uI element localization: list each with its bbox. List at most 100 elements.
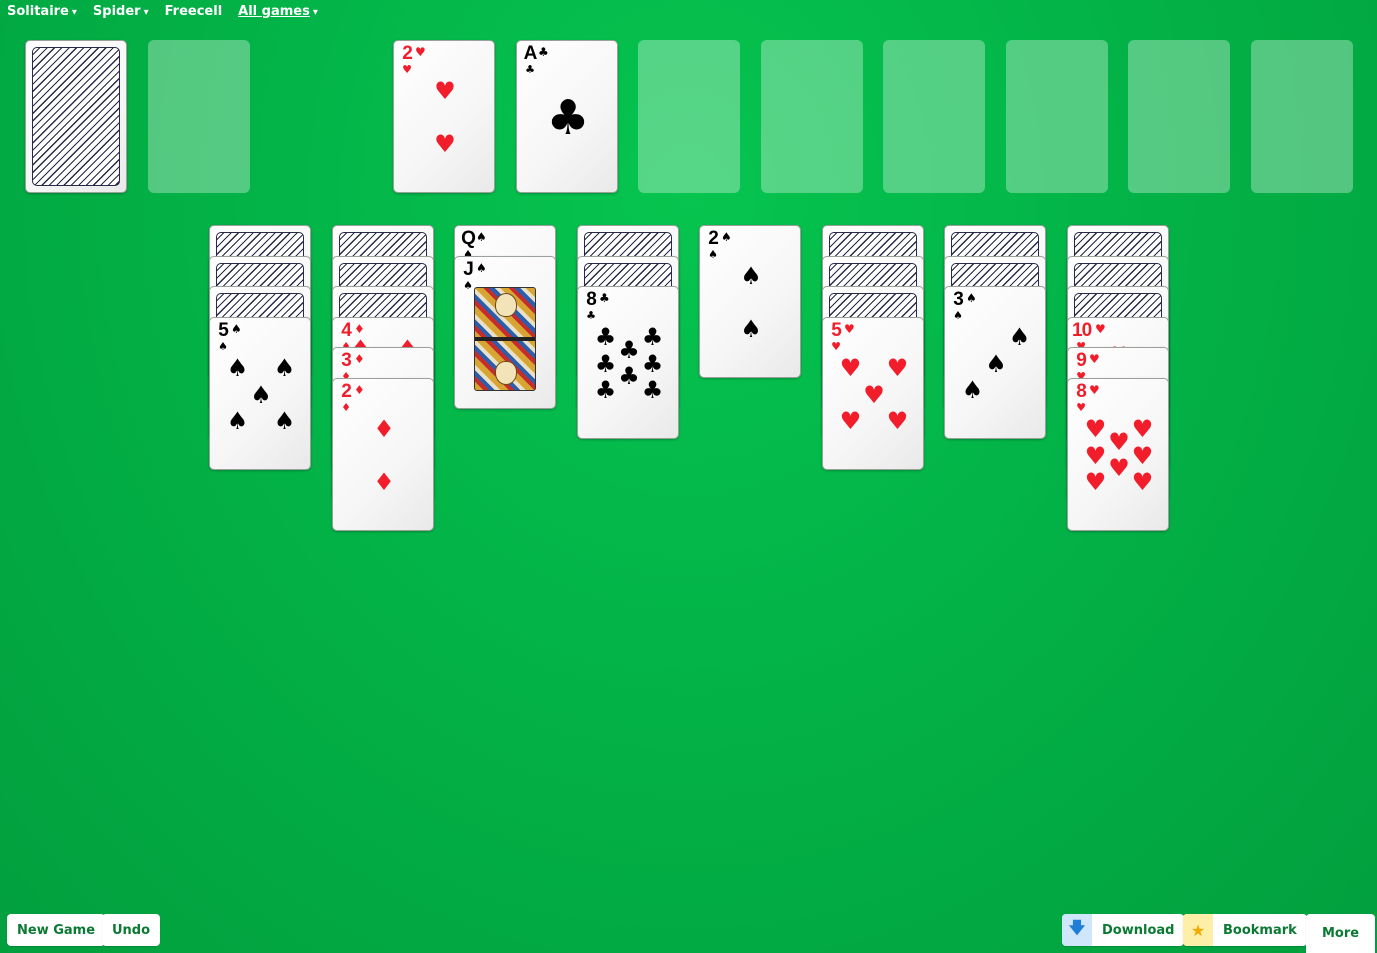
nav-all-games-menu[interactable]: All games ▾ (238, 4, 318, 19)
foundation-slot-8[interactable] (1251, 40, 1353, 193)
chevron-down-icon: ▾ (312, 7, 318, 18)
card-rank: J (463, 259, 474, 280)
card-corner-index: 5 ♥ (827, 321, 845, 352)
card-corner-index: 8 ♣ (582, 290, 600, 321)
heart-icon: ♥ (434, 129, 456, 158)
card-rank: 9 (1076, 350, 1087, 371)
tableau-2-card[interactable]: 2 ♦ ♦ ♦ ♦ (332, 378, 434, 531)
heart-icon: ♥ (1084, 467, 1107, 496)
spade-icon: ♠ (273, 406, 296, 435)
waste-pile[interactable] (148, 40, 250, 193)
card-rank: 5 (831, 320, 842, 341)
tableau-8-card[interactable]: 8 ♥ ♥ ♥ ♥ ♥ ♥ ♥ ♥ ♥ ♥ (1067, 378, 1169, 531)
nav-spider-label: Spider (92, 4, 141, 19)
heart-icon: ♥ (1108, 427, 1130, 456)
spade-icon: ♠ (218, 340, 228, 353)
spade-icon: ♠ (231, 322, 242, 336)
spade-icon: ♠ (953, 309, 963, 322)
bookmark-button[interactable]: ★ Bookmark (1183, 914, 1307, 946)
tableau-5-card[interactable]: 2 ♠ ♠ ♠ ♠ (699, 225, 801, 378)
tableau-1-card[interactable]: 5 ♠ ♠ ♠ ♠ ♠ ♠ ♠ (209, 317, 311, 470)
foundation-slot-4[interactable] (761, 40, 863, 193)
nav-freecell-label: Freecell (164, 4, 223, 19)
heart-icon: ♥ (1131, 415, 1154, 444)
card-corner-index: J ♠ (459, 260, 477, 291)
tableau-7-card[interactable]: 3 ♠ ♠ ♠ ♠ ♠ (944, 286, 1046, 439)
heart-icon: ♥ (415, 45, 426, 59)
more-button[interactable]: More (1306, 914, 1376, 953)
heart-icon: ♥ (1095, 322, 1106, 336)
chevron-down-icon: ▾ (143, 7, 149, 18)
tableau-4-card[interactable]: 8 ♣ ♣ ♣ ♣ ♣ ♣ ♣ ♣ ♣ ♣ (577, 286, 679, 439)
heart-icon: ♥ (1108, 453, 1130, 482)
club-icon: ♣ (586, 309, 596, 322)
card-rank: 3 (953, 289, 964, 310)
diamond-icon: ♦ (354, 322, 365, 336)
diamond-icon: ♦ (373, 467, 395, 496)
bookmark-label: Bookmark (1223, 922, 1297, 938)
foundation-slot-6[interactable] (1006, 40, 1108, 193)
foundation-slot-7[interactable] (1128, 40, 1230, 193)
diamond-icon: ♦ (354, 352, 365, 366)
club-icon: ♣ (618, 361, 640, 390)
spade-icon: ♠ (708, 248, 718, 261)
foundation-slot-3[interactable] (638, 40, 740, 193)
foundation-slot-5[interactable] (883, 40, 985, 193)
spade-icon: ♠ (476, 230, 487, 244)
card-rank: 8 (586, 289, 597, 310)
top-nav: Solitaire ▾ Spider ▾ Freecell All games ▾ (7, 4, 318, 19)
club-icon: ♣ (594, 375, 617, 404)
download-label: Download (1102, 922, 1175, 938)
heart-icon: ♥ (1089, 383, 1100, 397)
club-icon: ♣ (546, 89, 590, 146)
download-arrow-icon: 🡇 (1062, 914, 1092, 946)
card-corner-index: 2 ♠ (704, 229, 722, 260)
heart-icon: ♥ (1131, 441, 1154, 470)
nav-freecell-link[interactable]: Freecell (165, 4, 223, 19)
card-rank: 5 (218, 320, 229, 341)
new-game-label: New Game (17, 922, 96, 938)
card-rank: 2 (708, 228, 719, 249)
heart-icon: ♥ (1089, 352, 1100, 366)
card-rank: 3 (341, 350, 352, 371)
undo-button[interactable]: Undo (102, 914, 161, 946)
club-icon: ♣ (538, 45, 549, 59)
spade-icon: ♠ (740, 314, 762, 343)
foundation-2[interactable]: A ♣ ♣ ♣ (516, 40, 618, 193)
star-icon: ★ (1183, 914, 1213, 946)
club-icon: ♣ (641, 323, 664, 352)
more-label: More (1322, 926, 1360, 941)
nav-solitaire-menu[interactable]: Solitaire ▾ (7, 4, 77, 19)
club-icon: ♣ (641, 349, 664, 378)
spade-icon: ♠ (273, 354, 296, 383)
face-card-portrait (474, 287, 536, 391)
card-rank: A (523, 43, 538, 64)
chevron-down-icon: ▾ (71, 7, 77, 18)
heart-icon: ♥ (839, 354, 862, 383)
spade-icon: ♠ (476, 261, 487, 275)
spade-icon: ♠ (1008, 323, 1031, 352)
card-corner-index: 8 ♥ (1072, 382, 1090, 413)
club-icon: ♣ (641, 375, 664, 404)
heart-icon: ♥ (844, 322, 855, 336)
spade-icon: ♠ (226, 354, 249, 383)
spade-icon: ♠ (961, 375, 984, 404)
spade-icon: ♠ (966, 291, 977, 305)
spade-icon: ♠ (740, 262, 762, 291)
tableau-3-card[interactable]: J ♠ ♠ (454, 256, 556, 409)
card-corner-index: 2 ♦ (337, 382, 355, 413)
heart-icon: ♥ (839, 406, 862, 435)
tableau-6-card[interactable]: 5 ♥ ♥ ♥ ♥ ♥ ♥ ♥ (822, 317, 924, 470)
nav-spider-menu[interactable]: Spider ▾ (93, 4, 149, 19)
card-rank: 8 (1076, 381, 1087, 402)
heart-icon: ♥ (402, 63, 412, 76)
club-icon: ♣ (594, 323, 617, 352)
stock-pile[interactable] (25, 40, 127, 193)
card-corner-index: A ♣ (521, 44, 539, 75)
new-game-button[interactable]: New Game (7, 914, 106, 946)
spade-icon: ♠ (721, 230, 732, 244)
club-icon: ♣ (525, 63, 535, 76)
download-button[interactable]: 🡇 Download (1062, 914, 1185, 946)
card-rank: Q (461, 228, 476, 249)
foundation-1[interactable]: 2 ♥ ♥ ♥ ♥ (393, 40, 495, 193)
